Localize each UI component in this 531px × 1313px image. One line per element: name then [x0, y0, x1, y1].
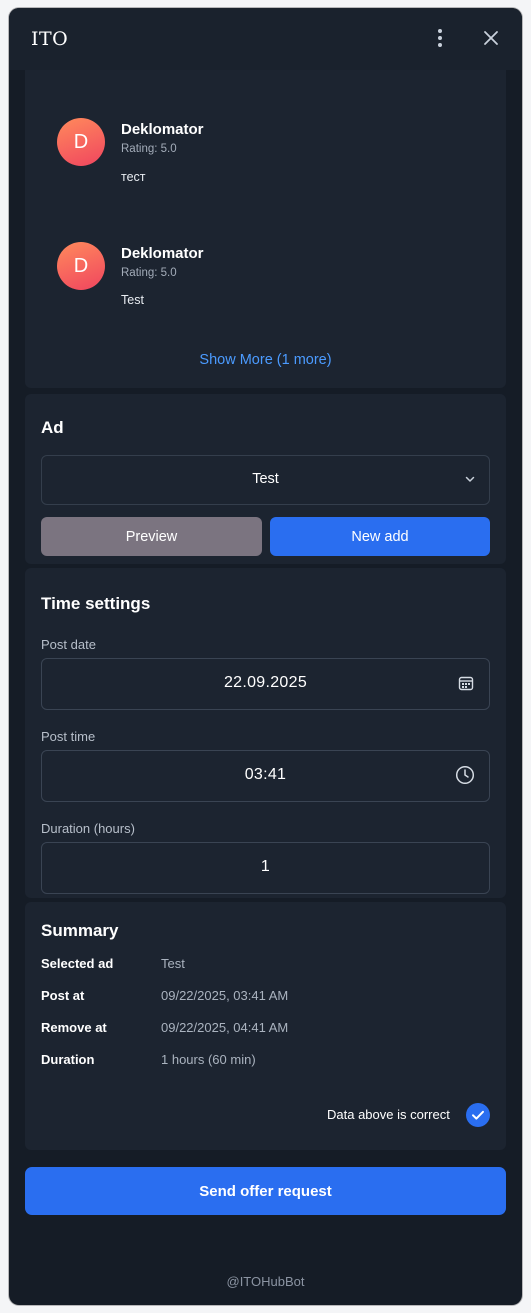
avatar: D	[57, 242, 105, 290]
more-vertical-icon[interactable]	[429, 26, 451, 50]
summary-key: Post at	[41, 988, 85, 1003]
summary-key: Selected ad	[41, 956, 114, 971]
section-title-time: Time settings	[41, 594, 151, 613]
review-text: тест	[121, 170, 146, 184]
check-icon	[472, 1110, 484, 1120]
section-title-summary: Summary	[41, 921, 119, 940]
review-text: Test	[121, 293, 144, 307]
preview-button[interactable]: Preview	[41, 517, 262, 556]
confirm-label: Data above is correct	[327, 1107, 450, 1122]
chevron-down-icon	[463, 472, 477, 486]
post-time-label: Post time	[41, 729, 96, 744]
summary-row: Post at 09/22/2025, 03:41 AM	[41, 988, 491, 1008]
summary-card: Summary Selected ad Test Post at 09/22/2…	[25, 902, 506, 1150]
ad-select[interactable]: Test	[41, 455, 490, 505]
confirm-checkbox[interactable]	[466, 1103, 490, 1127]
send-offer-button[interactable]: Send offer request	[25, 1167, 506, 1215]
post-date-field[interactable]: 22.09.2025	[41, 658, 490, 710]
summary-row: Remove at 09/22/2025, 04:41 AM	[41, 1020, 491, 1040]
title-bar: ITO	[9, 8, 522, 70]
ad-card: Ad Test Preview New add	[25, 394, 506, 564]
close-icon[interactable]	[480, 27, 502, 49]
reviewer-name: Deklomator	[121, 121, 204, 138]
avatar: D	[57, 118, 105, 166]
calendar-icon[interactable]	[457, 674, 475, 692]
review-item: D Deklomator Rating: 5.0 тест	[25, 110, 506, 220]
section-title-ad: Ad	[41, 418, 64, 437]
app-window: ITO D Deklomator Rating: 5.0 тест D Dekl…	[9, 8, 522, 1305]
duration-value: 1	[260, 858, 271, 875]
app-title: ITO	[31, 28, 69, 50]
post-time-field[interactable]: 03:41	[41, 750, 490, 802]
summary-value: 09/22/2025, 04:41 AM	[161, 1020, 289, 1035]
summary-value: Test	[161, 956, 185, 971]
summary-value: 1 hours (60 min)	[161, 1052, 256, 1067]
new-ad-button[interactable]: New add	[270, 517, 490, 556]
reviewer-name: Deklomator	[121, 245, 204, 262]
ad-select-value: Test	[252, 471, 279, 487]
show-more-link[interactable]: Show More (1 more)	[25, 352, 506, 368]
post-time-value: 03:41	[244, 766, 287, 783]
footer-bot-handle: @ITOHubBot	[226, 1274, 305, 1289]
post-date-value: 22.09.2025	[223, 674, 308, 691]
summary-row: Selected ad Test	[41, 956, 491, 976]
summary-value: 09/22/2025, 03:41 AM	[161, 988, 289, 1003]
post-date-label: Post date	[41, 637, 96, 652]
summary-key: Duration	[41, 1052, 95, 1067]
clock-icon[interactable]	[455, 765, 475, 785]
reviewer-rating: Rating: 5.0	[121, 267, 177, 279]
reviews-card: D Deklomator Rating: 5.0 тест D Deklomat…	[25, 70, 506, 388]
duration-field[interactable]: 1	[41, 842, 490, 894]
summary-row: Duration 1 hours (60 min)	[41, 1052, 491, 1072]
summary-key: Remove at	[41, 1020, 107, 1035]
time-settings-card: Time settings Post date 22.09.2025 Post …	[25, 568, 506, 898]
reviewer-rating: Rating: 5.0	[121, 143, 177, 155]
review-item: D Deklomator Rating: 5.0 Test	[25, 234, 506, 344]
duration-label: Duration (hours)	[41, 821, 135, 836]
